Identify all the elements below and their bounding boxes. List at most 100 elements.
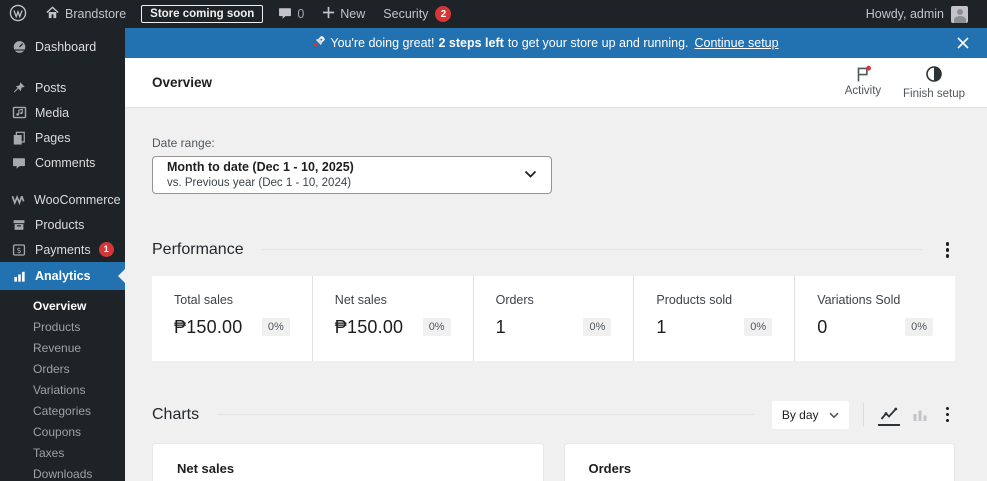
charts-menu-button[interactable]: [940, 403, 956, 427]
submenu-item-orders[interactable]: Orders: [0, 358, 125, 379]
sidebar-separator: [0, 175, 125, 187]
line-chart-icon: [880, 407, 897, 420]
sidebar-item-media[interactable]: Media: [0, 100, 125, 125]
sidebar-item-label: Media: [35, 105, 70, 120]
chart-card-title: Net sales: [177, 460, 235, 476]
submenu-item-taxes[interactable]: Taxes: [0, 442, 125, 463]
sidebar-item-dashboard[interactable]: Dashboard: [0, 34, 125, 59]
stat-label: Orders: [495, 292, 534, 307]
submenu-item-categories[interactable]: Categories: [0, 400, 125, 421]
continue-setup-link[interactable]: Continue setup: [695, 36, 779, 50]
sidebar-item-posts[interactable]: Posts: [0, 75, 125, 100]
date-range-select[interactable]: Month to date (Dec 1 - 10, 2025) vs. Pre…: [152, 156, 552, 194]
coming-soon-badge[interactable]: Store coming soon: [141, 5, 264, 23]
sidebar-item-woocommerce[interactable]: WooCommerce: [0, 187, 125, 212]
analytics-submenu: Overview Products Revenue Orders Variati…: [0, 290, 125, 481]
close-banner-button[interactable]: [953, 33, 973, 53]
stat-label: Variations Sold: [817, 292, 901, 307]
page-header: Overview Activity Finish setup: [125, 58, 987, 108]
activity-button[interactable]: Activity: [841, 65, 885, 100]
submenu-item-coupons[interactable]: Coupons: [0, 421, 125, 442]
divider: [862, 402, 864, 427]
woocommerce-analytics-overview-page: Brandstore Store coming soon 0 New Secur…: [0, 0, 987, 481]
line-chart-toggle-button[interactable]: [877, 404, 900, 426]
user-avatar: [951, 5, 968, 23]
banner-text-start: You're doing great!: [330, 36, 435, 50]
divider: [261, 249, 922, 251]
security-label: Security: [383, 7, 429, 21]
sidebar-separator: [0, 59, 125, 75]
sidebar-item-payments[interactable]: $ Payments 1: [0, 237, 125, 262]
chart-card-title: Orders: [588, 460, 632, 476]
stat-delta-badge: 0%: [905, 318, 933, 336]
sidebar-item-label: Dashboard: [35, 39, 97, 54]
chevron-down-icon: [828, 408, 839, 422]
half-circle-progress-icon: [925, 65, 943, 86]
sidebar-item-comments[interactable]: Comments: [0, 150, 125, 175]
sidebar-item-analytics[interactable]: Analytics: [0, 262, 125, 290]
activity-flag-icon: [854, 65, 872, 83]
performance-menu-button[interactable]: [940, 238, 956, 262]
sidebar-item-label: WooCommerce: [34, 192, 121, 207]
admin-bar-new[interactable]: New: [313, 0, 374, 28]
bar-chart-icon: [11, 269, 27, 284]
comment-bubble-icon: [11, 156, 27, 170]
bar-chart-icon: [913, 410, 926, 421]
main-column: You're doing great! 2 steps left to get …: [125, 28, 987, 481]
home-icon: [45, 5, 60, 23]
chart-cards-row: Net sales Orders: [152, 442, 955, 481]
sidebar-item-label: Comments: [35, 155, 96, 170]
comments-count: 0: [297, 7, 305, 21]
net-sales-chart-card: Net sales: [152, 442, 544, 481]
submenu-item-products[interactable]: Products: [0, 316, 125, 337]
howdy-label: Howdy, admin: [865, 7, 944, 21]
sidebar-item-products[interactable]: Products: [0, 212, 125, 237]
comment-bubble-icon: [278, 6, 292, 23]
admin-bar-comments[interactable]: 0: [269, 0, 313, 28]
page-title: Overview: [152, 75, 213, 90]
finish-setup-button[interactable]: Finish setup: [903, 65, 965, 100]
finish-setup-label: Finish setup: [902, 88, 965, 100]
submenu-item-downloads[interactable]: Downloads: [0, 463, 125, 481]
date-range-primary: Month to date (Dec 1 - 10, 2025): [167, 160, 354, 174]
dollar-square-icon: $: [11, 243, 27, 257]
submenu-item-overview[interactable]: Overview: [0, 295, 125, 316]
charts-section-header: Charts By day: [152, 400, 956, 429]
admin-bar-account[interactable]: Howdy, admin: [857, 0, 977, 28]
wp-admin-sidebar: Dashboard Posts Media Pages Comments Woo…: [0, 28, 125, 481]
submenu-item-revenue[interactable]: Revenue: [0, 337, 125, 358]
rocket-icon: [313, 35, 326, 51]
header-actions: Activity Finish setup: [841, 65, 965, 100]
site-name-label: Brandstore: [65, 7, 127, 21]
sidebar-item-pages[interactable]: Pages: [0, 125, 125, 150]
bar-chart-toggle-button[interactable]: [910, 405, 930, 425]
date-range-secondary: vs. Previous year (Dec 1 - 10, 2024): [167, 176, 352, 189]
dashboard-gauge-icon: [11, 39, 27, 54]
banner-message: You're doing great! 2 steps left to get …: [139, 35, 953, 51]
sidebar-item-label: Payments: [35, 242, 91, 257]
wordpress-logo-menu[interactable]: [0, 0, 36, 28]
stat-card-variations-sold[interactable]: Variations Sold 0 0%: [795, 276, 955, 361]
pushpin-icon: [11, 81, 27, 95]
archive-box-icon: [11, 218, 27, 232]
stat-card-net-sales[interactable]: Net sales ₱150.00 0%: [313, 275, 474, 361]
interval-value: By day: [781, 407, 819, 422]
sidebar-item-label: Products: [35, 217, 85, 232]
interval-select[interactable]: By day: [771, 400, 849, 429]
sidebar-item-label: Analytics: [35, 269, 91, 283]
stat-delta-badge: 0%: [583, 318, 612, 336]
stat-card-total-sales[interactable]: Total sales ₱150.00 0%: [152, 275, 313, 361]
svg-text:$: $: [16, 245, 21, 254]
date-range-label: Date range:: [152, 136, 215, 150]
submenu-item-variations[interactable]: Variations: [0, 379, 125, 400]
sidebar-item-label: Posts: [35, 80, 67, 95]
admin-bar-security[interactable]: Security 2: [374, 0, 460, 28]
site-name-menu[interactable]: Brandstore: [36, 0, 135, 28]
stat-card-orders[interactable]: Orders 1 0%: [474, 275, 635, 361]
payments-count-badge: 1: [98, 242, 114, 257]
stat-value: ₱150.00: [174, 316, 243, 337]
stat-value: 0: [817, 316, 828, 337]
orders-chart-card: Orders: [563, 442, 955, 481]
stat-value: 1: [495, 316, 506, 337]
stat-card-products-sold[interactable]: Products sold 1 0%: [634, 275, 796, 361]
